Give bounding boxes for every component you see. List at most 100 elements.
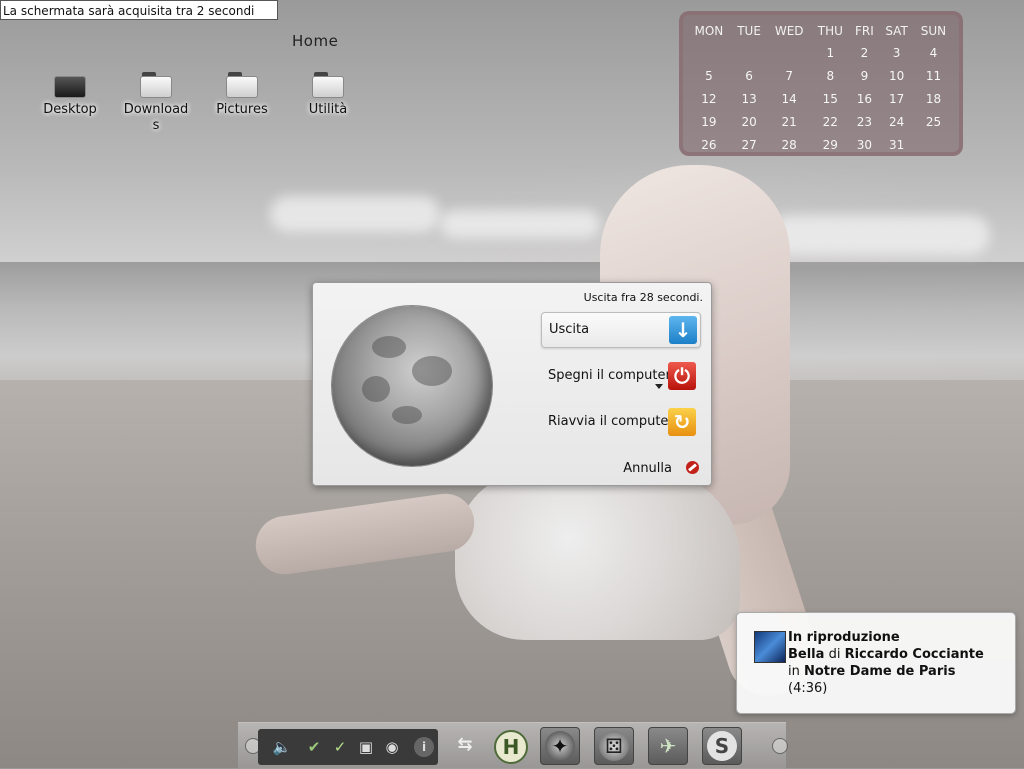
calendar-day[interactable]: 10	[879, 64, 914, 87]
calendar-day	[767, 41, 811, 64]
calendar-day[interactable]: 30	[850, 133, 880, 156]
power-icon[interactable]: ◉	[382, 737, 402, 757]
calendar-day[interactable]: 24	[879, 110, 914, 133]
skype-icon: S	[707, 731, 737, 761]
by-word: di	[828, 647, 841, 662]
panel-right-handle[interactable]	[772, 738, 788, 754]
calendar-weekday: FRI	[855, 24, 874, 38]
artist-name: Riccardo Cocciante	[844, 647, 984, 662]
calendar-day[interactable]: 14	[767, 87, 811, 110]
desktop-item-downloads[interactable]: Downloads	[116, 72, 196, 134]
calendar-day[interactable]: 29	[811, 133, 850, 156]
logout-button-label: Uscita	[549, 322, 590, 337]
cancel-button-label: Annulla	[623, 461, 672, 476]
calendar-weekday: THU	[817, 24, 843, 38]
calendar-weekday: WED	[774, 24, 804, 38]
help-h-icon: H	[494, 730, 528, 764]
calendar-weekday: MON	[694, 24, 724, 38]
calendar-day[interactable]: 26	[687, 133, 731, 156]
calendar-day[interactable]: 18	[914, 87, 953, 110]
calendar-day[interactable]: 6	[731, 64, 768, 87]
calendar-day[interactable]: 27	[731, 133, 768, 156]
notification-heading: In riproduzione	[788, 630, 900, 645]
dropdown-arrow-icon[interactable]	[655, 384, 663, 389]
calendar-day[interactable]: 25	[914, 110, 953, 133]
album-cover	[754, 631, 786, 663]
desktop-item-label: Utilità	[308, 102, 348, 117]
dice-app-icon: ⚄	[599, 731, 629, 761]
info-icon[interactable]: i	[414, 737, 434, 757]
desktop-item-desktop[interactable]: Desktop	[30, 72, 110, 118]
calendar-day[interactable]: 20	[731, 110, 768, 133]
calendar-day[interactable]: 9	[850, 64, 880, 87]
cancel-icon	[686, 461, 699, 474]
desktop-item-utilita[interactable]: Utilità	[288, 72, 368, 118]
calendar-week-row: 1234	[687, 41, 953, 64]
desktop-item-pictures[interactable]: Pictures	[202, 72, 282, 118]
calendar-day[interactable]: 23	[850, 110, 880, 133]
calendar-day[interactable]: 8	[811, 64, 850, 87]
calendar-day	[731, 41, 768, 64]
logout-countdown: Uscita fra 28 secondi.	[583, 291, 703, 304]
calendar-day[interactable]: 4	[914, 41, 953, 64]
calendar-day[interactable]: 16	[850, 87, 880, 110]
calendar-day[interactable]: 15	[811, 87, 850, 110]
wallpaper-cloud	[270, 196, 440, 232]
calendar-widget: MON TUE WED THU FRI SAT SUN 1 2 3 4 5 6 7 8 9 10 1…	[679, 11, 963, 156]
shutdown-button-label: Spegni il computer	[548, 368, 671, 383]
logout-button[interactable]: Uscita ↓	[541, 312, 701, 348]
calendar-weekday: TUE	[737, 24, 761, 38]
calendar-day[interactable]: 22	[811, 110, 850, 133]
calendar-day[interactable]: 13	[731, 87, 768, 110]
calendar-day[interactable]: 31	[879, 133, 914, 156]
calendar-week-row: 26 27 28 29 30 31	[687, 133, 953, 156]
restart-button-label: Riavvia il computer	[548, 414, 674, 429]
in-word: in	[788, 664, 800, 679]
task-wolf-app[interactable]: ✦	[540, 727, 580, 765]
now-playing-notification[interactable]: In riproduzione Bella di Riccardo Coccia…	[736, 612, 1016, 714]
folder-view-title: Home	[292, 32, 339, 50]
screenshot-countdown-notice: La schermata sarà acquisita tra 2 second…	[0, 0, 278, 20]
calendar-day[interactable]: 5	[687, 64, 731, 87]
arrow-down-icon: ↓	[669, 316, 697, 344]
calendar-day[interactable]: 17	[879, 87, 914, 110]
task-usb-device[interactable]: ⇆	[446, 727, 486, 765]
calendar-day[interactable]: 1	[811, 41, 850, 64]
wallpaper-cloud	[440, 210, 600, 238]
calendar-weekday: SUN	[920, 24, 947, 38]
calendar-day[interactable]: 19	[687, 110, 731, 133]
calendar-week-row: 12 13 14 15 16 17 18	[687, 87, 953, 110]
calendar-day[interactable]: 21	[767, 110, 811, 133]
update-icon[interactable]: ✓	[330, 737, 350, 757]
device-notifier-icon[interactable]: ▣	[356, 737, 376, 757]
calendar-day[interactable]: 11	[914, 64, 953, 87]
folder-icon	[140, 72, 172, 98]
task-dice-app[interactable]: ⚄	[594, 727, 634, 765]
calendar-day[interactable]: 28	[767, 133, 811, 156]
calendar-weekday: SAT	[885, 24, 908, 38]
task-help[interactable]: H	[490, 727, 530, 765]
restart-icon: ↻	[668, 408, 696, 436]
logout-dialog: Uscita fra 28 secondi. Uscita ↓ Spegni i…	[312, 282, 712, 486]
usb-device-icon: ⇆	[457, 734, 473, 755]
calendar-day[interactable]: 2	[850, 41, 880, 64]
calendar-day	[687, 41, 731, 64]
task-skype[interactable]: S	[702, 727, 742, 765]
restart-button[interactable]: Riavvia il computer ↻	[541, 405, 699, 439]
shutdown-button[interactable]: Spegni il computer ⏻	[541, 359, 699, 393]
moon-picture	[332, 306, 492, 466]
calendar-day[interactable]: 7	[767, 64, 811, 87]
power-icon: ⏻	[668, 362, 696, 390]
task-hummingbird-app[interactable]: ✈	[648, 727, 688, 765]
calendar-day	[914, 133, 953, 156]
calendar-day[interactable]: 12	[687, 87, 731, 110]
track-duration: (4:36)	[788, 681, 828, 696]
wolf-app-icon: ✦	[545, 731, 575, 761]
volume-icon[interactable]: 🔈	[272, 737, 292, 757]
calendar-day[interactable]: 3	[879, 41, 914, 64]
folder-icon	[226, 72, 258, 98]
cancel-button[interactable]: Annulla	[623, 461, 699, 476]
track-title: Bella	[788, 647, 825, 662]
system-tray: 🔈 ✔ ✓ ▣ ◉ i	[258, 729, 438, 765]
klipper-icon[interactable]: ✔	[304, 737, 324, 757]
